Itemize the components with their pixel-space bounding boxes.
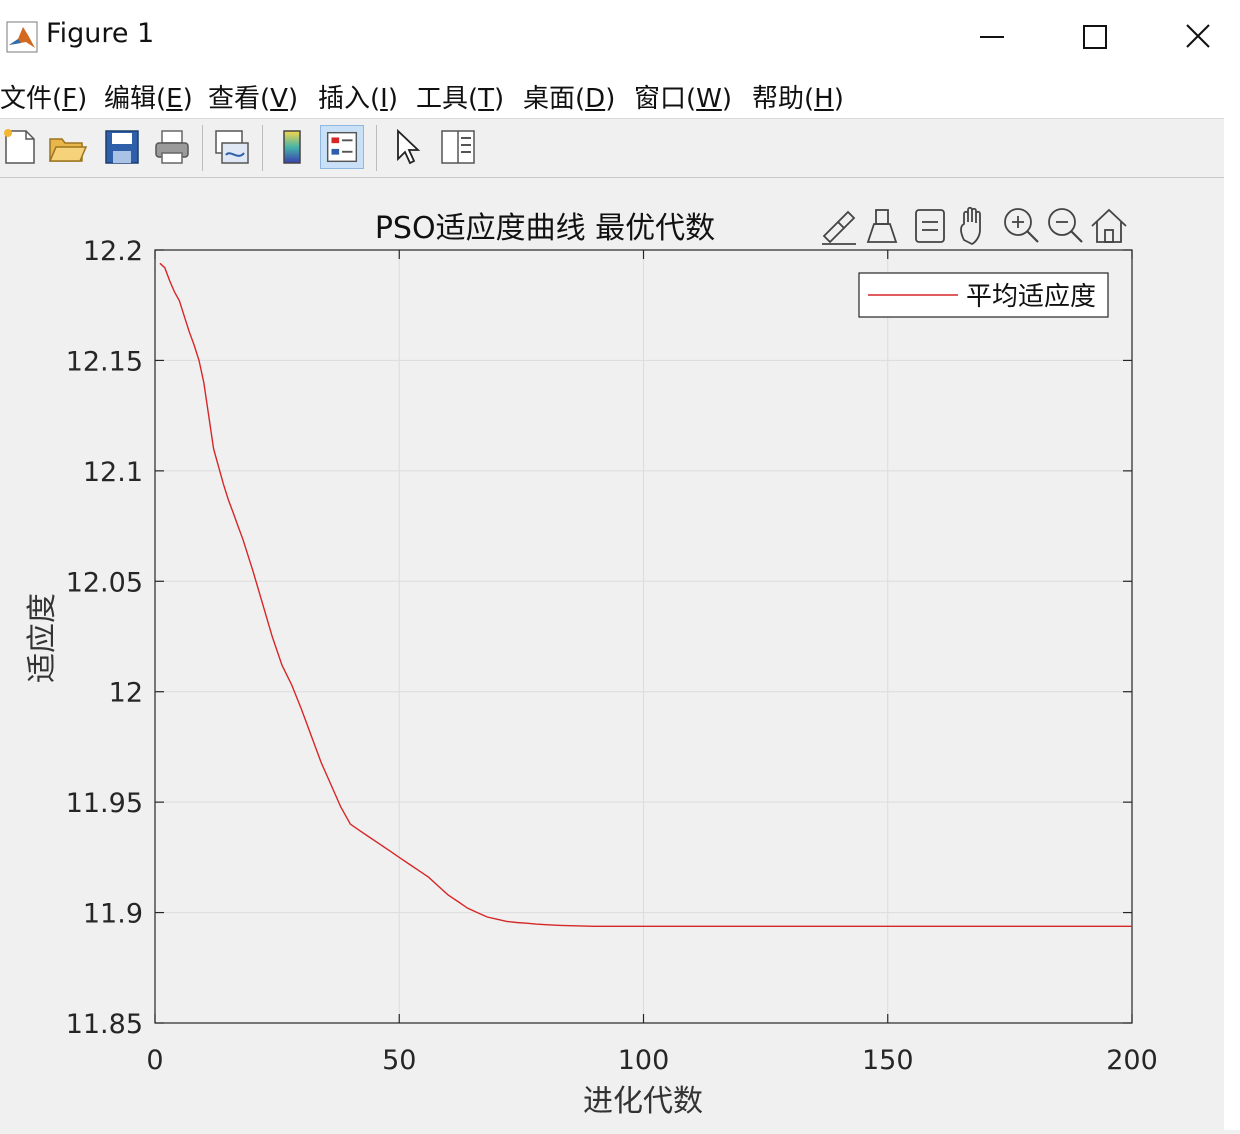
window-title: Figure 1: [46, 18, 155, 49]
x-tick-labels: 0 50 100 150 200: [146, 1045, 1157, 1076]
title-bar: Figure 1: [0, 0, 1240, 74]
open-file-icon[interactable]: [46, 125, 90, 169]
x-tick-label: 0: [146, 1045, 163, 1076]
x-tick-label: 150: [862, 1045, 914, 1076]
y-tick-labels: 12.2 12.15 12.1 12.05 12 11.95 11.9 11.85: [66, 236, 143, 1040]
property-inspector-icon[interactable]: [436, 125, 480, 169]
legend-entry-label: 平均适应度: [966, 282, 1096, 312]
menu-file[interactable]: 文件(F): [0, 78, 87, 115]
menu-edit[interactable]: 编辑(E): [104, 78, 193, 115]
y-tick-label: 12.15: [66, 346, 143, 377]
close-icon[interactable]: [1168, 12, 1228, 62]
restore-view-icon[interactable]: [1091, 208, 1127, 243]
toolbar-separator: [262, 125, 263, 171]
y-tick-label: 11.95: [66, 788, 143, 819]
x-tick-label: 50: [382, 1045, 416, 1076]
window-border: [1224, 118, 1240, 1130]
menu-bar: 文件(F) 编辑(E) 查看(V) 插入(I) 工具(T) 桌面(D) 窗口(W…: [0, 74, 1240, 118]
data-cursor-icon[interactable]: [915, 209, 945, 243]
y-tick-label: 12.1: [83, 457, 143, 488]
menu-help[interactable]: 帮助(H): [752, 78, 844, 115]
y-tick-label: 12: [109, 678, 143, 709]
pan-icon[interactable]: [960, 206, 981, 246]
menu-window[interactable]: 窗口(W): [634, 78, 732, 115]
y-axis-label: 适应度: [25, 593, 60, 683]
zoom-out-icon[interactable]: [1048, 208, 1083, 243]
y-tick-label: 11.9: [83, 899, 143, 930]
figure-canvas: 0 50 100 150 200 12.2 12.15 12.1 12.05 12 11.95 11…: [0, 178, 1224, 1130]
minimize-icon[interactable]: [962, 12, 1022, 62]
print-icon[interactable]: [150, 125, 194, 169]
matlab-logo-icon: [6, 21, 38, 53]
legend[interactable]: 平均适应度: [858, 272, 1109, 318]
brush-icon[interactable]: [822, 210, 856, 245]
axes-toolbar: [822, 206, 1127, 246]
legend-icon[interactable]: [320, 125, 364, 169]
new-figure-icon[interactable]: [0, 125, 44, 169]
toolbar-separator: [376, 125, 377, 171]
edit-plot-pointer-icon[interactable]: [386, 125, 430, 169]
line-chart[interactable]: 0 50 100 150 200 12.2 12.15 12.1 12.05 12 11.95 11…: [0, 178, 1224, 1130]
figure-toolbar: [0, 118, 1224, 178]
save-icon[interactable]: [100, 125, 144, 169]
zoom-in-icon[interactable]: [1004, 208, 1039, 243]
link-plot-icon[interactable]: [210, 125, 254, 169]
chart-title: PSO适应度曲线 最优代数: [375, 211, 715, 246]
grid-lines: [155, 250, 1132, 1023]
menu-tools[interactable]: 工具(T): [416, 78, 504, 115]
y-tick-label: 12.2: [83, 236, 143, 267]
x-tick-label: 100: [618, 1045, 670, 1076]
x-tick-label: 200: [1106, 1045, 1158, 1076]
data-tips-icon[interactable]: [866, 209, 898, 243]
series-group: [159, 262, 1132, 927]
x-axis-label: 进化代数: [583, 1084, 703, 1119]
menu-insert[interactable]: 插入(I): [318, 78, 398, 115]
y-tick-label: 12.05: [66, 567, 143, 598]
menu-desktop[interactable]: 桌面(D): [523, 78, 615, 115]
series-line-average-fitness[interactable]: [159, 262, 1132, 927]
colorbar-icon[interactable]: [270, 125, 314, 169]
maximize-icon[interactable]: [1064, 12, 1124, 62]
menu-view[interactable]: 查看(V): [208, 78, 298, 115]
toolbar-separator: [202, 125, 203, 171]
y-tick-label: 11.85: [66, 1009, 143, 1040]
